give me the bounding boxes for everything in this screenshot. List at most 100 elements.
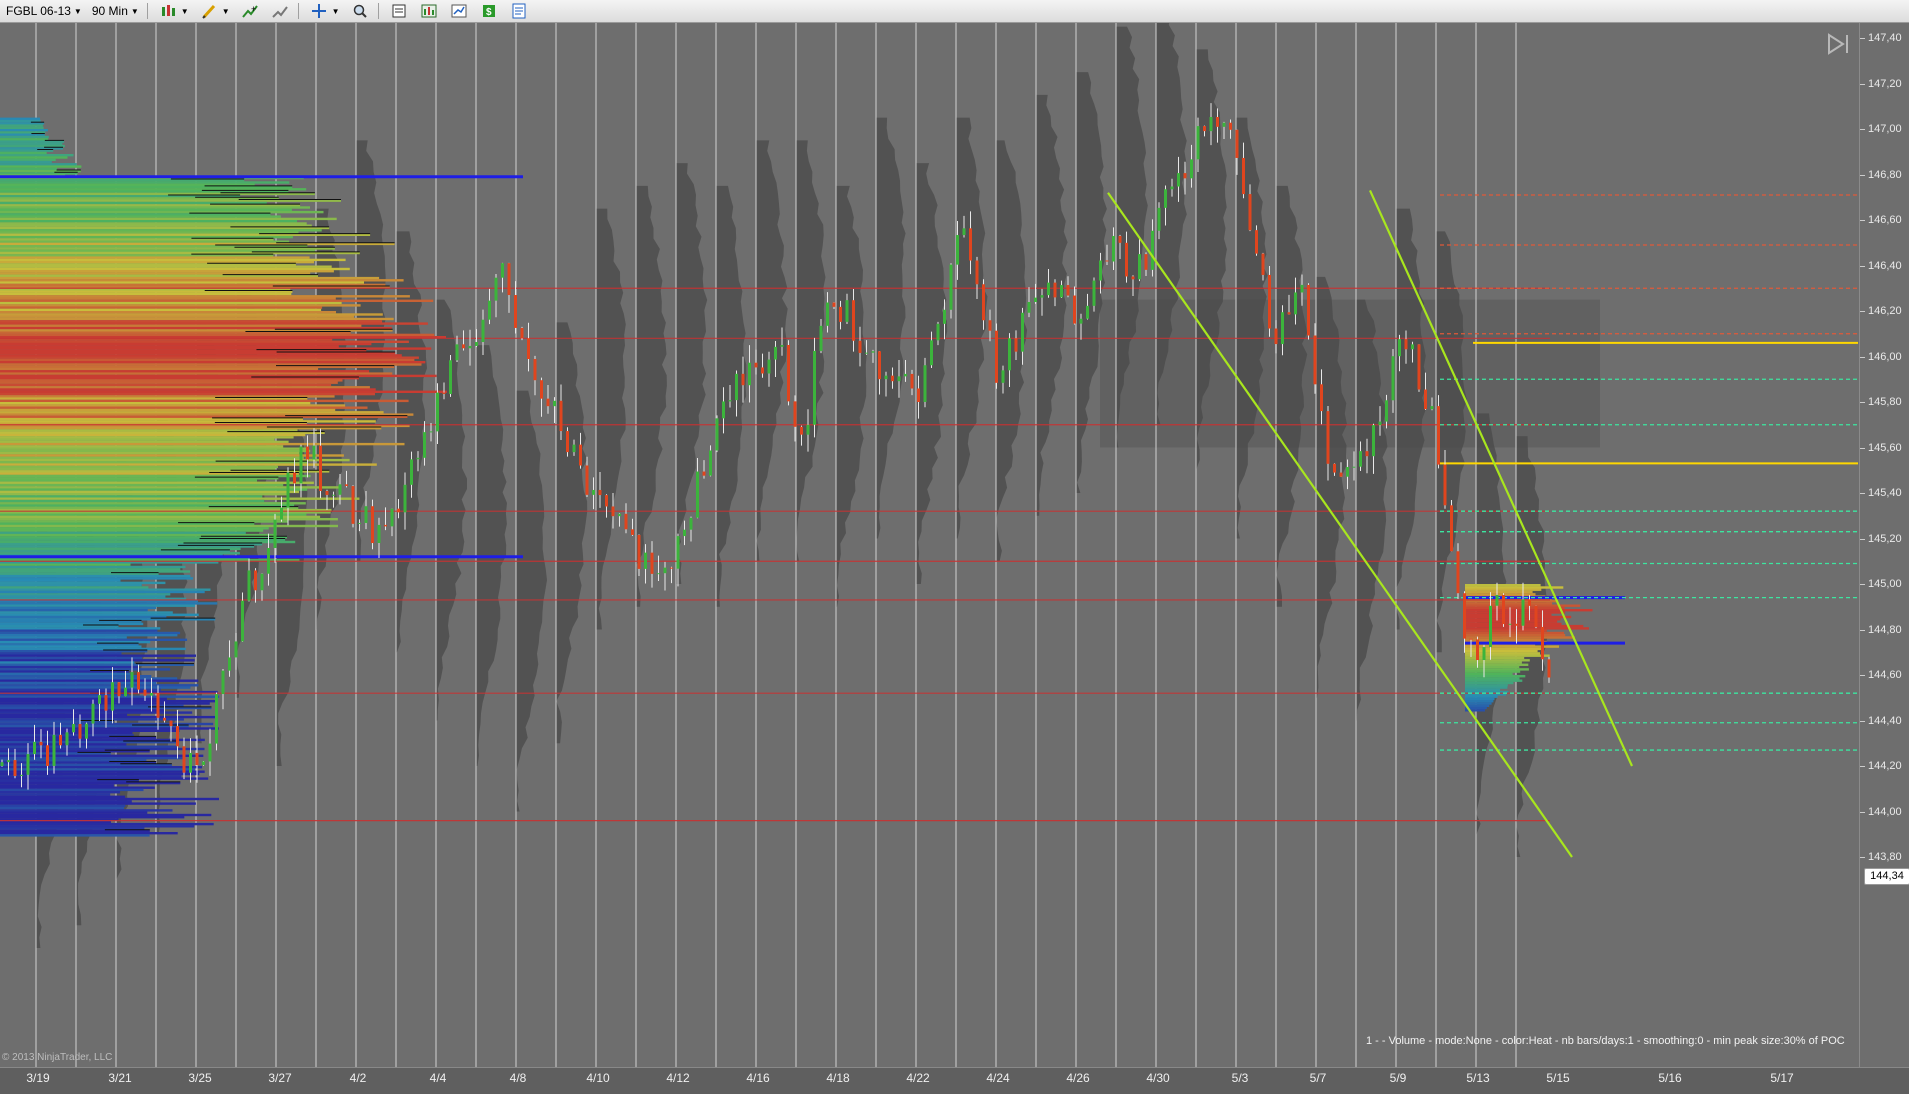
candle-body [117, 682, 121, 697]
scroll-end-icon [1828, 33, 1848, 55]
candle-body [1131, 276, 1135, 280]
candle-body [46, 745, 49, 766]
strategy-s-icon: $ [481, 3, 497, 19]
session-profile-shadow [636, 185, 667, 607]
composite-profile-bar [0, 766, 203, 769]
interval-selector[interactable]: 90 Min ▼ [88, 1, 143, 21]
candle-body [7, 760, 10, 763]
price-tick-mark [1860, 174, 1865, 176]
recent-profile-bar [1465, 593, 1536, 596]
chevron-down-icon: ▼ [331, 6, 340, 16]
composite-profile-bar [0, 745, 178, 748]
candle-body [975, 260, 979, 285]
composite-profile-bar [0, 772, 200, 776]
composite-profile-bar [0, 684, 199, 687]
candle-body [195, 752, 199, 766]
candle-body [624, 513, 628, 530]
date-tick-label: 3/19 [26, 1071, 50, 1085]
candle-body [1495, 594, 1499, 606]
instrument-label: FGBL 06-13 [6, 4, 71, 18]
candle-body [631, 529, 634, 535]
price-tick-mark [1860, 538, 1865, 540]
composite-profile-bar [0, 775, 182, 778]
chart-toolbar: FGBL 06-13 ▼ 90 Min ▼ ▼ ▼ + ▼ $ [0, 0, 1909, 23]
candle-body [221, 670, 225, 695]
session-profile-shadow [596, 208, 626, 630]
chart-trader-button[interactable] [415, 1, 443, 21]
candle-body [254, 570, 257, 591]
candle-body [1229, 122, 1232, 130]
composite-profile-bar [0, 126, 44, 130]
candle-body [137, 672, 140, 690]
zoom-button[interactable] [346, 1, 374, 21]
candle-body [111, 682, 114, 711]
candle-body [1157, 207, 1161, 231]
candle-body [592, 489, 595, 495]
composite-profile-bar [0, 142, 63, 145]
composite-profile-bar [0, 402, 311, 405]
composite-profile-bar [0, 449, 311, 453]
composite-profile-bar [0, 832, 178, 835]
price-axis[interactable]: 147,40 147,20 147,00 146,80 146,60 146,40 146,… [1859, 23, 1909, 1067]
candle-body [1287, 312, 1291, 315]
session-profile-shadow [1036, 94, 1068, 516]
recent-profile-bar [1465, 670, 1521, 673]
composite-profile-bar [0, 786, 155, 789]
price-tick-label: 144,20 [1868, 760, 1902, 772]
candle-body [124, 687, 127, 697]
instrument-selector[interactable]: FGBL 06-13 ▼ [2, 1, 86, 21]
candle-body [702, 471, 706, 476]
candle-body [1203, 126, 1206, 132]
candle-body [1151, 230, 1154, 270]
scroll-to-end-button[interactable] [1826, 32, 1852, 56]
composite-profile-bar [0, 388, 376, 391]
template-button[interactable] [505, 1, 533, 21]
composite-profile-bar [0, 454, 344, 457]
properties-button[interactable] [445, 1, 473, 21]
candle-body [273, 519, 277, 549]
add-indicator-button[interactable]: + [236, 1, 264, 21]
session-profile-shadow [516, 390, 547, 812]
zoom-icon [352, 3, 368, 19]
composite-profile-bar [0, 581, 166, 585]
composite-profile-bar [0, 675, 152, 678]
composite-profile-bar [0, 595, 166, 598]
candle-body [884, 375, 888, 380]
candle-body [247, 570, 251, 601]
composite-profile-bar [0, 208, 292, 211]
recent-profile-bar [1465, 700, 1494, 703]
candle-body [332, 494, 335, 496]
candle-body [839, 306, 842, 322]
recent-profile-bar [1465, 613, 1552, 616]
candle-body [1515, 623, 1518, 626]
price-tick-label: 146,00 [1868, 350, 1902, 363]
candle-body [1294, 292, 1297, 315]
composite-profile-bar [0, 647, 186, 651]
drawing-tools-button[interactable]: ▼ [195, 1, 234, 21]
recent-profile-bar [1465, 684, 1508, 687]
composite-profile-bar [0, 270, 334, 273]
date-tick-label: 5/9 [1389, 1071, 1407, 1085]
candle-body [1190, 159, 1193, 179]
candle-body [156, 692, 160, 718]
composite-profile-bar [0, 165, 82, 168]
composite-profile-bar [0, 579, 121, 582]
bar-type-button[interactable]: ▼ [154, 1, 193, 21]
strategy-button[interactable] [266, 1, 294, 21]
candle-body [338, 484, 342, 495]
recent-profile-bar [1465, 665, 1520, 669]
price-chart[interactable] [0, 23, 1909, 1067]
composite-profile-bar [0, 436, 294, 439]
composite-profile-bar [0, 490, 299, 494]
strategy-s-button[interactable]: $ [475, 1, 503, 21]
composite-profile-bar [0, 622, 144, 626]
time-axis[interactable]: 3/19 3/21 3/25 3/27 4/2 4/4 4/8 4/10 4/12 4/16 4/1… [0, 1067, 1909, 1094]
composite-profile-bar [0, 392, 375, 396]
price-tick-mark [1860, 720, 1865, 722]
candle-body [20, 774, 23, 776]
composite-profile-bar [0, 661, 135, 664]
candle-body [637, 534, 641, 569]
candle-body [1021, 312, 1024, 352]
crosshair-button[interactable]: ▼ [305, 1, 344, 21]
data-box-button[interactable] [385, 1, 413, 21]
